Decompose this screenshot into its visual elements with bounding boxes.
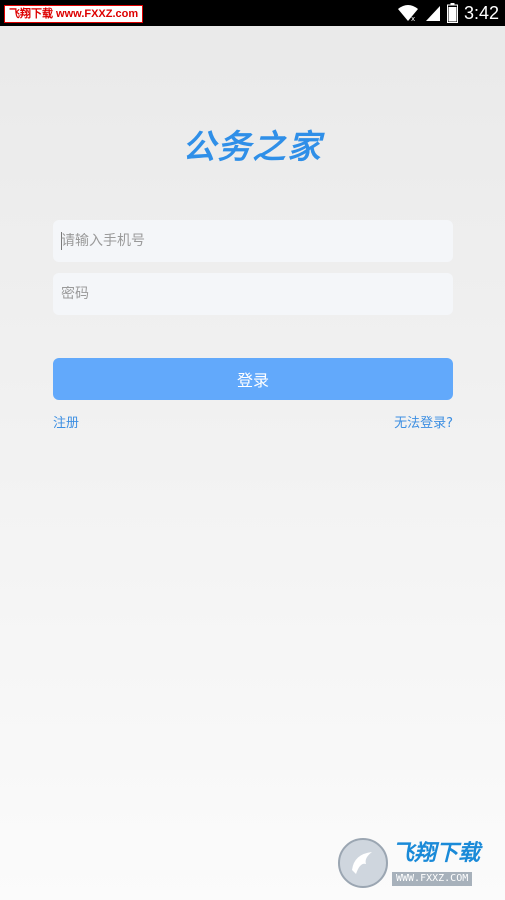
status-bar: 飞翔下载 www.FXXZ.com x 3:42 bbox=[0, 0, 505, 26]
register-link[interactable]: 注册 bbox=[53, 415, 79, 433]
forgot-login-link[interactable]: 无法登录? bbox=[394, 415, 453, 433]
status-watermark: 飞翔下载 www.FXXZ.com bbox=[4, 5, 144, 23]
watermark-text: 飞翔下载 bbox=[392, 841, 481, 866]
login-button[interactable]: 登录 bbox=[53, 358, 453, 400]
password-field[interactable] bbox=[53, 273, 453, 315]
status-time: 3:42 bbox=[463, 3, 499, 23]
phone-field[interactable] bbox=[53, 220, 453, 262]
svg-text:x: x bbox=[411, 15, 415, 22]
battery-icon bbox=[446, 3, 458, 23]
password-input[interactable] bbox=[61, 286, 441, 302]
phone-input[interactable] bbox=[61, 233, 441, 249]
fxxz-logo-icon bbox=[338, 838, 388, 888]
signal-icon bbox=[425, 4, 441, 22]
wifi-icon: x bbox=[397, 4, 419, 22]
status-icons: x 3:42 bbox=[397, 0, 499, 26]
app-title: 公务之家 bbox=[182, 127, 323, 166]
watermark-logo: 飞翔下载 WWW.FXXZ.COM bbox=[338, 836, 498, 890]
watermark-url: WWW.FXXZ.COM bbox=[392, 872, 473, 886]
